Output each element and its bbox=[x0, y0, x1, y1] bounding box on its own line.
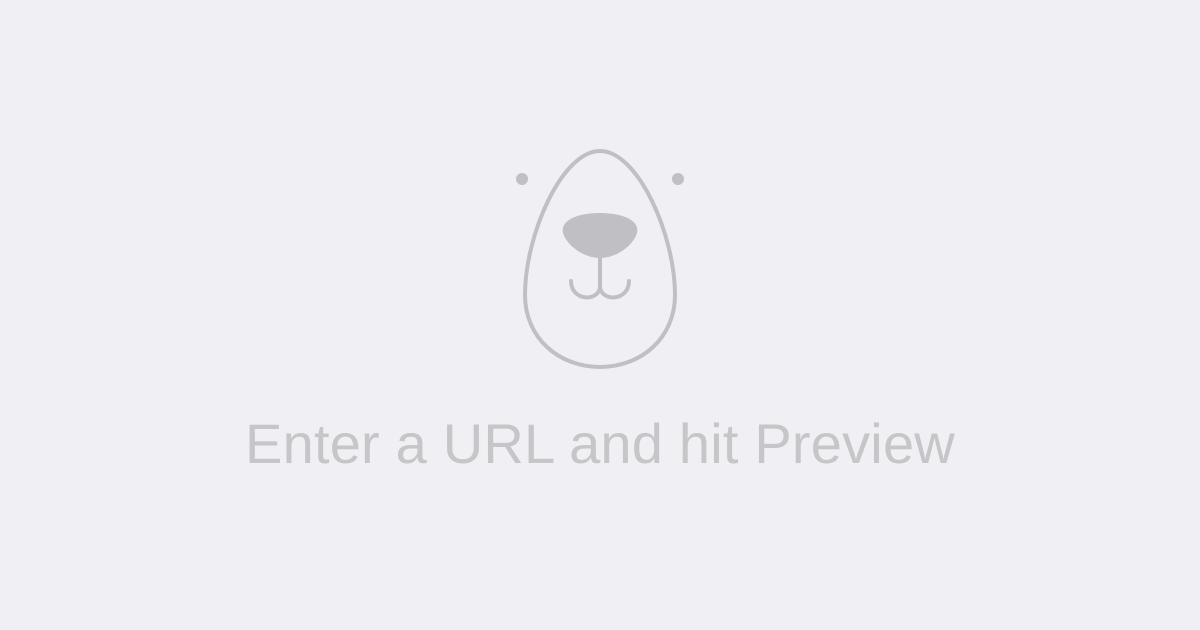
empty-state-canvas: Enter a URL and hit Preview bbox=[0, 0, 1200, 630]
mouth bbox=[569, 256, 631, 300]
bear-face-icon bbox=[516, 148, 684, 370]
empty-state-message: Enter a URL and hit Preview bbox=[245, 412, 955, 475]
right-ear-dot bbox=[672, 173, 684, 185]
nose bbox=[562, 213, 638, 258]
left-ear-dot bbox=[516, 173, 528, 185]
